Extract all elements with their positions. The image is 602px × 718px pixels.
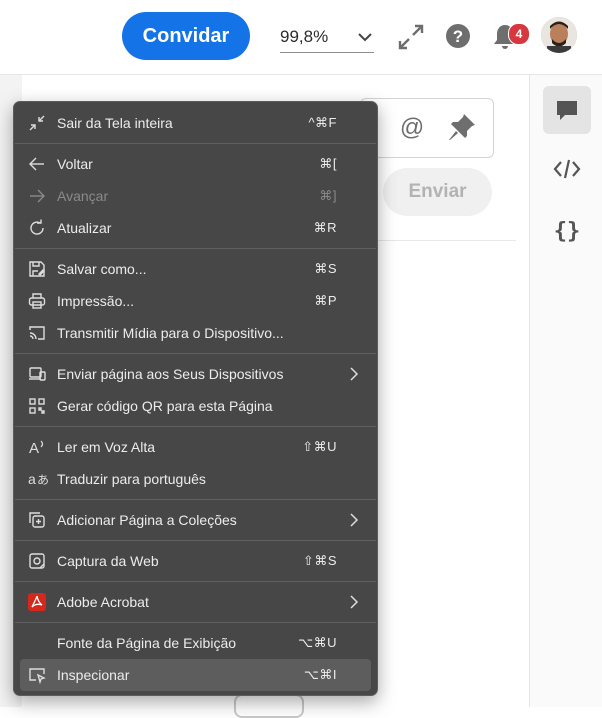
code-icon	[553, 157, 581, 181]
divider	[376, 240, 516, 241]
chevron-right-icon	[349, 366, 359, 382]
avatar[interactable]	[541, 17, 577, 53]
acrobat-icon	[28, 593, 46, 611]
menu-item-shortcut: ⌥⌘I	[303, 667, 337, 682]
svg-text:a: a	[28, 471, 36, 487]
inspect-icon	[28, 666, 46, 684]
menu-item-label: Inspecionar	[57, 667, 130, 683]
invite-button[interactable]: Convidar	[122, 12, 250, 60]
arrow-right-icon	[28, 187, 46, 205]
printer-icon	[28, 292, 46, 310]
menu-item-shortcut: ⇧⌘U	[302, 439, 337, 454]
comments-panel-button[interactable]	[543, 86, 591, 134]
braces-icon: {}	[553, 217, 581, 243]
menu-item-shortcut: ⌘[	[319, 156, 337, 171]
menu-item-label: Gerar código QR para esta Página	[57, 398, 273, 414]
mention-icon[interactable]: @	[399, 114, 425, 140]
chevron-right-icon	[349, 512, 359, 528]
menu-item-label: Avançar	[57, 188, 109, 204]
svg-text:あ: あ	[37, 473, 48, 487]
menu-item-read-aloud[interactable]: A Ler em Voz Alta ⇧⌘U	[20, 431, 371, 463]
menu-separator	[15, 540, 376, 541]
svg-text:?: ?	[453, 27, 463, 46]
menu-item-label: Impressão...	[57, 293, 135, 309]
bottom-control[interactable]	[234, 694, 304, 718]
comment-icon	[555, 98, 579, 122]
collections-icon	[28, 511, 46, 529]
svg-text:@: @	[400, 114, 424, 140]
send-to-device-icon	[28, 365, 46, 383]
menu-item-label: Salvar como...	[57, 261, 147, 277]
menu-item-label: Traduzir para português	[57, 471, 206, 487]
menu-item-refresh[interactable]: Atualizar ⌘R	[20, 212, 371, 244]
menu-item-view-source[interactable]: Fonte da Página de Exibição ⌥⌘U	[20, 627, 371, 659]
cast-icon	[28, 324, 46, 342]
help-icon[interactable]: ?	[445, 23, 471, 49]
zoom-value: 99,8%	[280, 27, 329, 46]
menu-item-label: Sair da Tela inteira	[57, 115, 173, 131]
svg-text:{}: {}	[554, 219, 581, 243]
menu-item-qr-code[interactable]: Gerar código QR para esta Página	[20, 390, 371, 422]
menu-item-shortcut: ⌘R	[313, 220, 337, 235]
exit-fullscreen-icon	[28, 114, 46, 132]
menu-item-label: Fonte da Página de Exibição	[57, 635, 237, 651]
comment-input[interactable]: @	[360, 98, 494, 158]
menu-item-print[interactable]: Impressão... ⌘P	[20, 285, 371, 317]
menu-item-collections[interactable]: Adicionar Página a Coleções	[20, 504, 371, 536]
menu-item-shortcut: ⌥⌘U	[298, 635, 337, 650]
menu-item-translate[interactable]: a あ Traduzir para português	[20, 463, 371, 495]
read-aloud-icon: A	[28, 438, 46, 456]
menu-item-label: Voltar	[57, 156, 93, 172]
menu-separator	[15, 248, 376, 249]
menu-item-exit-fullscreen[interactable]: Sair da Tela inteira ^⌘F	[20, 107, 371, 139]
json-panel-button[interactable]: {}	[543, 206, 591, 254]
menu-item-forward[interactable]: Avançar ⌘]	[20, 180, 371, 212]
menu-item-label: Atualizar	[57, 220, 112, 236]
menu-item-label: Adicionar Página a Coleções	[57, 512, 237, 528]
menu-item-shortcut: ^⌘F	[308, 115, 337, 130]
menu-item-shortcut: ⌘S	[314, 261, 337, 276]
qr-code-icon	[28, 397, 46, 415]
menu-item-save-as[interactable]: Salvar como... ⌘S	[20, 253, 371, 285]
web-capture-icon	[28, 552, 46, 570]
arrow-left-icon	[28, 155, 46, 173]
notification-badge: 4	[508, 23, 530, 45]
svg-text:A: A	[29, 440, 39, 456]
code-panel-button[interactable]	[543, 145, 591, 193]
refresh-icon	[28, 219, 46, 237]
menu-item-label: Enviar página aos Seus Dispositivos	[57, 366, 284, 382]
menu-item-web-capture[interactable]: Captura da Web ⇧⌘S	[20, 545, 371, 577]
menu-separator	[15, 426, 376, 427]
menu-item-label: Captura da Web	[57, 553, 159, 569]
menu-item-adobe-acrobat[interactable]: Adobe Acrobat	[20, 586, 371, 618]
top-toolbar: Convidar 99,8% ? 4	[0, 0, 602, 75]
chevron-down-icon	[358, 32, 372, 42]
menu-separator	[15, 143, 376, 144]
menu-separator	[15, 499, 376, 500]
fullscreen-icon[interactable]	[397, 23, 425, 51]
menu-item-send-to-devices[interactable]: Enviar página aos Seus Dispositivos	[20, 358, 371, 390]
save-icon	[28, 260, 46, 278]
pin-icon[interactable]	[447, 112, 477, 142]
menu-item-shortcut: ⇧⌘S	[302, 553, 337, 568]
menu-separator	[15, 353, 376, 354]
menu-item-inspect[interactable]: Inspecionar ⌥⌘I	[20, 659, 371, 691]
translate-icon: a あ	[28, 470, 48, 488]
zoom-select[interactable]: 99,8%	[280, 22, 374, 53]
context-menu: Sair da Tela inteira ^⌘F Voltar ⌘[ Avanç…	[13, 101, 378, 696]
send-button[interactable]: Enviar	[383, 168, 492, 216]
menu-item-shortcut: ⌘]	[319, 188, 337, 203]
menu-item-label: Transmitir Mídia para o Dispositivo...	[57, 325, 284, 341]
menu-item-label: Ler em Voz Alta	[57, 439, 156, 455]
chevron-right-icon	[349, 594, 359, 610]
menu-item-back[interactable]: Voltar ⌘[	[20, 148, 371, 180]
menu-item-label: Adobe Acrobat	[57, 594, 149, 610]
menu-separator	[15, 581, 376, 582]
right-rail: {}	[529, 75, 602, 707]
menu-item-shortcut: ⌘P	[314, 293, 337, 308]
menu-item-cast[interactable]: Transmitir Mídia para o Dispositivo...	[20, 317, 371, 349]
menu-separator	[15, 622, 376, 623]
